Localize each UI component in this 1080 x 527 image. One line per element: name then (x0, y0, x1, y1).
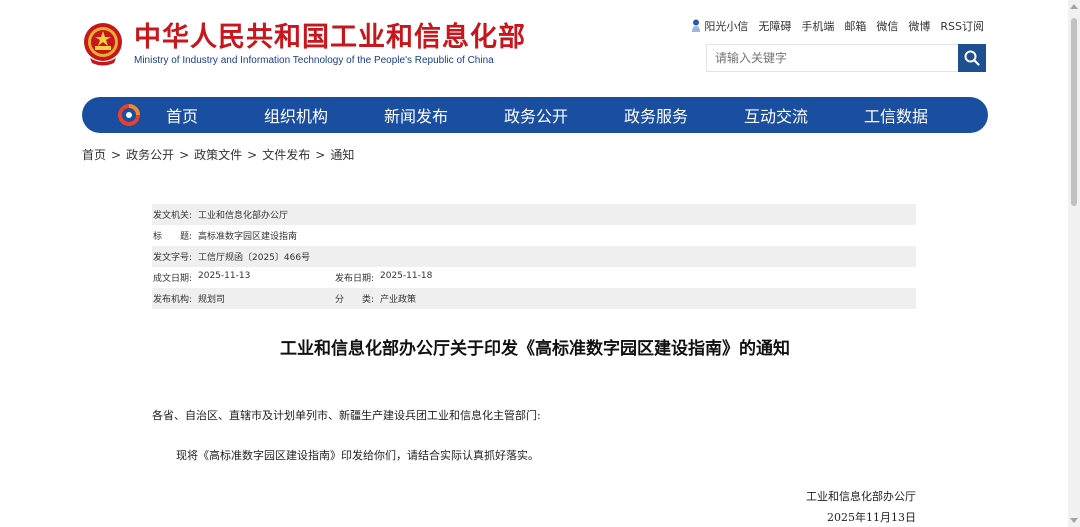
toplink-sunshine[interactable]: 阳光小信 (691, 18, 748, 34)
nav-news[interactable]: 新闻发布 (356, 103, 476, 127)
page-scrollbar[interactable] (1068, 0, 1080, 527)
toplink-mobile[interactable]: 手机端 (801, 18, 834, 34)
article-addressee: 各省、自治区、直辖市及计划单列市、新疆生产建设兵团工业和信息化主管部门: (152, 409, 541, 422)
nav-data[interactable]: 工信数据 (836, 103, 956, 127)
toplink-label: 阳光小信 (704, 20, 749, 33)
site-logo[interactable]: 中华人民共和国工业和信息化部 Ministry of Industry and … (82, 22, 526, 66)
info-row-org: 发布机构: 规划司 分 类: 产业政策 (152, 288, 916, 309)
breadcrumb-gov-affairs[interactable]: 政务公开 (126, 148, 174, 162)
info-label: 发文机关: (153, 211, 193, 221)
article-date: 2025年11月13日 (827, 511, 916, 524)
top-links: 阳光小信 无障碍 手机端 邮箱 微信 微博 RSS订阅 (681, 18, 984, 34)
miit-logo-icon[interactable] (114, 100, 144, 130)
breadcrumb-home[interactable]: 首页 (82, 148, 106, 162)
breadcrumb-separator: > (179, 148, 190, 162)
info-org: 规划司 (198, 295, 226, 305)
breadcrumb-file-release[interactable]: 文件发布 (262, 148, 310, 162)
info-label: 发布机构: (153, 295, 193, 305)
search-icon (964, 50, 980, 66)
search-input[interactable] (706, 44, 958, 72)
toplink-email[interactable]: 邮箱 (844, 18, 866, 34)
national-emblem-icon (82, 22, 124, 66)
breadcrumb-separator: > (247, 148, 258, 162)
info-label: 分 类: (335, 295, 375, 305)
info-row-docno: 发文字号: 工信厅规函〔2025〕466号 (152, 246, 916, 267)
article-body: 现将《高标准数字园区建设指南》印发给你们，请结合实际认真抓好落实。 (176, 449, 539, 462)
site-title-en: Ministry of Industry and Information Tec… (134, 54, 494, 66)
info-docno: 工信厅规函〔2025〕466号 (198, 253, 311, 263)
scroll-up-arrow-icon[interactable] (1070, 4, 1078, 9)
site-header: 中华人民共和国工业和信息化部 Ministry of Industry and … (82, 18, 988, 74)
toplink-rss[interactable]: RSS订阅 (940, 18, 984, 34)
search-button[interactable] (958, 44, 986, 72)
breadcrumb-separator: > (315, 148, 326, 162)
breadcrumb-notice[interactable]: 通知 (330, 148, 354, 162)
info-published-date: 2025-11-18 (380, 271, 433, 281)
breadcrumb-policy-files[interactable]: 政策文件 (194, 148, 242, 162)
scroll-down-arrow-icon[interactable] (1070, 518, 1078, 523)
article-signature: 工业和信息化部办公厅 (806, 490, 916, 503)
nav-organization[interactable]: 组织机构 (236, 103, 356, 127)
toplink-weibo[interactable]: 微博 (908, 18, 930, 34)
info-label: 标 题: (153, 232, 193, 242)
info-label: 成文日期: (153, 274, 193, 284)
document-info-table: 发文机关: 工业和信息化部办公厅 标 题: 高标准数字园区建设指南 发文字号: … (152, 204, 916, 309)
info-row-title: 标 题: 高标准数字园区建设指南 (152, 225, 916, 246)
toplink-accessibility[interactable]: 无障碍 (758, 18, 791, 34)
article-title: 工业和信息化部办公厅关于印发《高标准数字园区建设指南》的通知 (280, 339, 790, 359)
breadcrumb: 首页 > 政务公开 > 政策文件 > 文件发布 > 通知 (82, 146, 354, 163)
breadcrumb-separator: > (111, 148, 122, 162)
nav-gov-affairs[interactable]: 政务公开 (476, 103, 596, 127)
nav-gov-services[interactable]: 政务服务 (596, 103, 716, 127)
info-created-date: 2025-11-13 (198, 271, 251, 281)
nav-interaction[interactable]: 互动交流 (716, 103, 836, 127)
info-issuer: 工业和信息化部办公厅 (198, 211, 289, 221)
info-row-dates: 成文日期: 2025-11-13 发布日期: 2025-11-18 (152, 267, 916, 288)
person-icon (691, 19, 701, 33)
nav-home[interactable]: 首页 (166, 103, 236, 127)
site-title-cn: 中华人民共和国工业和信息化部 (134, 21, 526, 53)
scroll-thumb[interactable] (1071, 18, 1077, 206)
info-row-issuer: 发文机关: 工业和信息化部办公厅 (152, 204, 916, 225)
info-label: 发布日期: (335, 274, 375, 284)
search-box (706, 44, 986, 72)
toplink-wechat[interactable]: 微信 (876, 18, 898, 34)
info-category: 产业政策 (380, 295, 417, 305)
main-nav: 首页 组织机构 新闻发布 政务公开 政务服务 互动交流 工信数据 (82, 97, 988, 133)
info-label: 发文字号: (153, 253, 193, 263)
info-title: 高标准数字园区建设指南 (198, 232, 298, 242)
